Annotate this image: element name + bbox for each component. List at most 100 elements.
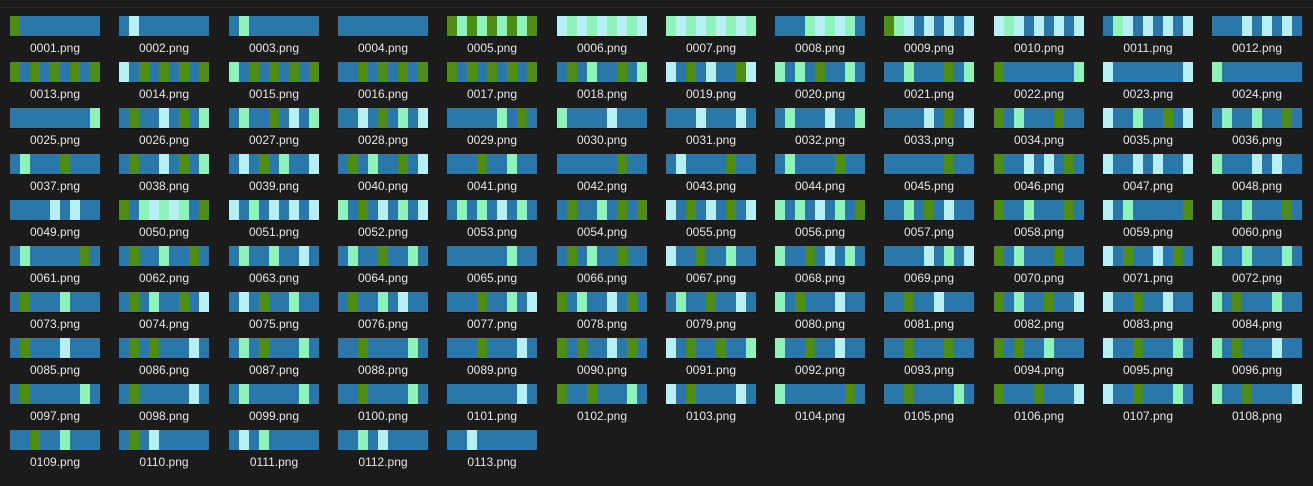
file-item[interactable]: 0053.png: [442, 198, 542, 244]
file-item[interactable]: 0056.png: [770, 198, 870, 244]
file-item[interactable]: 0012.png: [1207, 14, 1307, 60]
file-thumbnail[interactable]: [338, 16, 428, 36]
file-item[interactable]: 0062.png: [114, 244, 214, 290]
file-thumbnail[interactable]: [338, 62, 428, 82]
file-thumbnail[interactable]: [557, 246, 647, 266]
file-thumbnail[interactable]: [884, 338, 974, 358]
file-thumbnail[interactable]: [994, 62, 1084, 82]
file-item[interactable]: 0088.png: [333, 336, 433, 382]
file-thumbnail[interactable]: [119, 62, 209, 82]
file-thumbnail[interactable]: [1212, 108, 1302, 128]
file-thumbnail[interactable]: [666, 338, 756, 358]
file-thumbnail[interactable]: [1212, 200, 1302, 220]
file-item[interactable]: 0096.png: [1207, 336, 1307, 382]
file-item[interactable]: 0064.png: [333, 244, 433, 290]
file-thumbnail[interactable]: [229, 200, 319, 220]
file-item[interactable]: 0072.png: [1207, 244, 1307, 290]
file-thumbnail[interactable]: [338, 108, 428, 128]
file-thumbnail[interactable]: [1103, 154, 1193, 174]
file-item[interactable]: 0010.png: [989, 14, 1089, 60]
file-thumbnail[interactable]: [1103, 292, 1193, 312]
file-thumbnail[interactable]: [994, 292, 1084, 312]
file-thumbnail[interactable]: [1212, 62, 1302, 82]
file-thumbnail[interactable]: [666, 292, 756, 312]
file-thumbnail[interactable]: [119, 384, 209, 404]
file-item[interactable]: 0060.png: [1207, 198, 1307, 244]
file-item[interactable]: 0113.png: [442, 428, 542, 474]
file-item[interactable]: 0071.png: [1098, 244, 1198, 290]
file-item[interactable]: 0049.png: [5, 198, 105, 244]
file-item[interactable]: 0037.png: [5, 152, 105, 198]
file-item[interactable]: 0007.png: [661, 14, 761, 60]
file-item[interactable]: 0102.png: [552, 382, 652, 428]
file-item[interactable]: 0105.png: [879, 382, 979, 428]
file-thumbnail[interactable]: [557, 108, 647, 128]
file-thumbnail[interactable]: [229, 384, 319, 404]
file-thumbnail[interactable]: [994, 200, 1084, 220]
file-item[interactable]: 0042.png: [552, 152, 652, 198]
file-item[interactable]: 0103.png: [661, 382, 761, 428]
file-item[interactable]: 0024.png: [1207, 60, 1307, 106]
file-item[interactable]: 0008.png: [770, 14, 870, 60]
file-thumbnail[interactable]: [994, 384, 1084, 404]
file-thumbnail[interactable]: [1103, 200, 1193, 220]
file-thumbnail[interactable]: [338, 338, 428, 358]
file-thumbnail[interactable]: [994, 246, 1084, 266]
file-thumbnail[interactable]: [775, 154, 865, 174]
file-item[interactable]: 0035.png: [1098, 106, 1198, 152]
file-thumbnail[interactable]: [666, 108, 756, 128]
file-item[interactable]: 0005.png: [442, 14, 542, 60]
file-thumbnail[interactable]: [119, 108, 209, 128]
file-thumbnail[interactable]: [1212, 246, 1302, 266]
file-thumbnail[interactable]: [447, 338, 537, 358]
file-item[interactable]: 0068.png: [770, 244, 870, 290]
file-thumbnail[interactable]: [1212, 384, 1302, 404]
file-item[interactable]: 0013.png: [5, 60, 105, 106]
file-thumbnail[interactable]: [10, 246, 100, 266]
file-item[interactable]: 0031.png: [661, 106, 761, 152]
file-item[interactable]: 0058.png: [989, 198, 1089, 244]
file-item[interactable]: 0026.png: [114, 106, 214, 152]
file-thumbnail[interactable]: [666, 384, 756, 404]
file-thumbnail[interactable]: [447, 292, 537, 312]
file-thumbnail[interactable]: [775, 16, 865, 36]
file-thumbnail[interactable]: [557, 16, 647, 36]
file-thumbnail[interactable]: [447, 200, 537, 220]
file-item[interactable]: 0080.png: [770, 290, 870, 336]
file-thumbnail[interactable]: [884, 200, 974, 220]
file-thumbnail[interactable]: [884, 246, 974, 266]
file-item[interactable]: 0038.png: [114, 152, 214, 198]
file-item[interactable]: 0034.png: [989, 106, 1089, 152]
file-item[interactable]: 0040.png: [333, 152, 433, 198]
file-item[interactable]: 0095.png: [1098, 336, 1198, 382]
file-item[interactable]: 0089.png: [442, 336, 542, 382]
file-item[interactable]: 0051.png: [224, 198, 324, 244]
file-item[interactable]: 0066.png: [552, 244, 652, 290]
file-thumbnail[interactable]: [666, 62, 756, 82]
file-thumbnail[interactable]: [10, 108, 100, 128]
file-item[interactable]: 0014.png: [114, 60, 214, 106]
file-item[interactable]: 0043.png: [661, 152, 761, 198]
file-item[interactable]: 0112.png: [333, 428, 433, 474]
file-item[interactable]: 0021.png: [879, 60, 979, 106]
file-item[interactable]: 0076.png: [333, 290, 433, 336]
file-item[interactable]: 0092.png: [770, 336, 870, 382]
file-thumbnail[interactable]: [884, 16, 974, 36]
file-item[interactable]: 0044.png: [770, 152, 870, 198]
file-thumbnail[interactable]: [884, 62, 974, 82]
file-item[interactable]: 0082.png: [989, 290, 1089, 336]
file-thumbnail[interactable]: [447, 154, 537, 174]
file-item[interactable]: 0032.png: [770, 106, 870, 152]
file-thumbnail[interactable]: [10, 154, 100, 174]
file-thumbnail[interactable]: [775, 62, 865, 82]
file-thumbnail[interactable]: [338, 246, 428, 266]
file-item[interactable]: 0098.png: [114, 382, 214, 428]
file-thumbnail[interactable]: [447, 430, 537, 450]
file-item[interactable]: 0106.png: [989, 382, 1089, 428]
file-thumbnail[interactable]: [666, 16, 756, 36]
file-thumbnail[interactable]: [994, 16, 1084, 36]
file-item[interactable]: 0027.png: [224, 106, 324, 152]
file-thumbnail[interactable]: [666, 246, 756, 266]
file-thumbnail[interactable]: [775, 384, 865, 404]
file-item[interactable]: 0025.png: [5, 106, 105, 152]
